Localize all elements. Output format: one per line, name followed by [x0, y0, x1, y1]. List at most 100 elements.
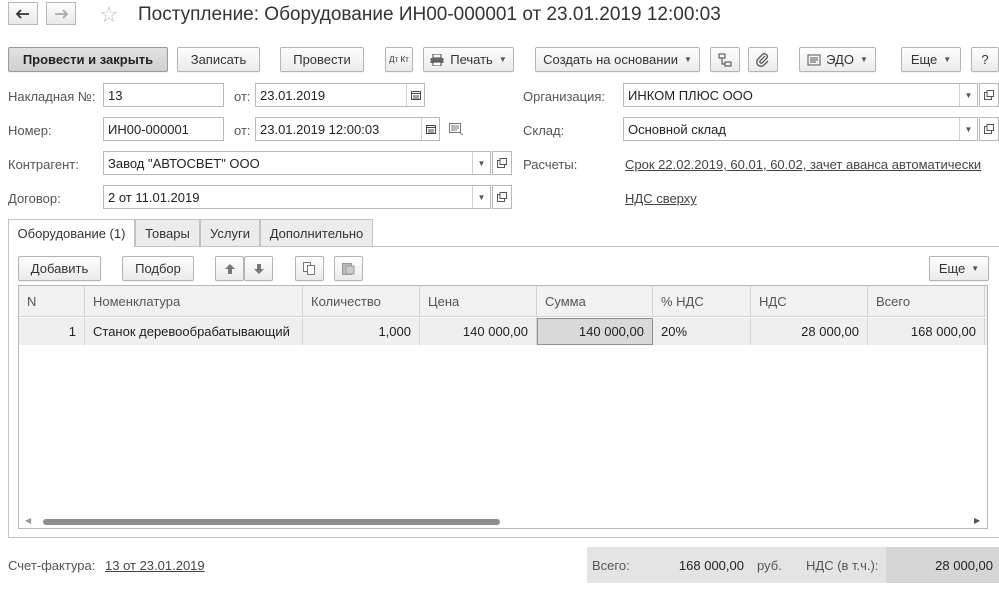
invoice-footer-link[interactable]: 13 от 23.01.2019	[105, 558, 205, 573]
calendar-icon[interactable]	[406, 84, 424, 106]
back-button[interactable]	[8, 2, 38, 25]
table-header: N Номенклатура Количество Цена Сумма % Н…	[19, 286, 987, 317]
paste-button[interactable]	[334, 256, 363, 281]
calendar-icon[interactable]	[421, 118, 439, 140]
chevron-down-icon[interactable]: ▼	[959, 118, 977, 140]
number-field[interactable]: ИН00-000001	[103, 117, 224, 141]
arrow-left-icon	[16, 8, 30, 19]
column-header-total[interactable]: Всего	[868, 286, 985, 317]
move-down-button[interactable]	[244, 256, 273, 281]
scrollbar-thumb[interactable]	[43, 519, 500, 525]
help-button[interactable]: ?	[971, 47, 999, 72]
open-icon	[497, 158, 507, 168]
pick-button[interactable]: Подбор	[122, 256, 194, 281]
invoice-number-label: Накладная №:	[8, 89, 96, 104]
warehouse-field[interactable]: Основной склад ▼	[623, 117, 978, 141]
post-and-close-button[interactable]: Провести и закрыть	[8, 47, 168, 72]
warehouse-label: Склад:	[523, 123, 565, 138]
number-date-label: от:	[234, 123, 251, 138]
column-header-quantity[interactable]: Количество	[303, 286, 420, 317]
cell-n[interactable]: 1	[19, 318, 85, 345]
cell-quantity[interactable]: 1,000	[303, 318, 420, 345]
chevron-down-icon[interactable]: ▼	[959, 84, 977, 106]
tab-services[interactable]: Услуги	[200, 219, 260, 246]
forward-button[interactable]	[46, 2, 76, 25]
add-row-button[interactable]: Добавить	[18, 256, 101, 281]
arrow-right-icon	[54, 8, 68, 19]
open-contract-button[interactable]	[492, 185, 512, 209]
cell-nomenclature[interactable]: Станок деревообрабатывающий	[85, 318, 303, 345]
more-label: Еще	[910, 52, 938, 67]
settlements-link[interactable]: Срок 22.02.2019, 60.01, 60.02, зачет ава…	[625, 157, 981, 172]
edo-button[interactable]: ЭДО ▼	[799, 47, 876, 72]
column-header-n[interactable]: N	[19, 286, 85, 317]
table-row[interactable]: 1 Станок деревообрабатывающий 1,000 140 …	[19, 318, 987, 345]
scroll-left-icon[interactable]: ◀	[25, 516, 31, 525]
number-label: Номер:	[8, 123, 52, 138]
open-organization-button[interactable]	[979, 83, 999, 107]
star-icon[interactable]: ☆	[99, 2, 119, 28]
chevron-down-icon: ▼	[971, 264, 980, 273]
open-warehouse-button[interactable]	[979, 117, 999, 141]
vat-total-value: 28 000,00	[935, 558, 993, 573]
tab-equipment[interactable]: Оборудование (1)	[8, 219, 135, 247]
column-header-sum[interactable]: Сумма	[537, 286, 653, 317]
create-based-on-label: Создать на основании	[543, 52, 678, 67]
table-more-label: Еще	[938, 261, 966, 276]
chevron-down-icon[interactable]: ▼	[472, 152, 490, 174]
counterparty-value: Завод "АВТОСВЕТ" ООО	[108, 155, 260, 171]
invoice-date-label: от:	[234, 89, 251, 104]
open-icon	[984, 90, 994, 100]
save-button[interactable]: Записать	[177, 47, 260, 72]
invoice-number-field[interactable]: 13	[103, 83, 224, 107]
invoice-date-field[interactable]: 23.01.2019	[255, 83, 425, 107]
cell-vat-rate[interactable]: 20%	[653, 318, 751, 345]
edo-icon	[807, 54, 821, 66]
number-datetime-field[interactable]: 23.01.2019 12:00:03	[255, 117, 440, 141]
organization-field[interactable]: ИНКОМ ПЛЮС ООО ▼	[623, 83, 978, 107]
total-label: Всего:	[592, 558, 630, 573]
dt-kt-button[interactable]: Дт Кт	[385, 47, 413, 72]
cell-sum[interactable]: 140 000,00	[537, 318, 653, 345]
vat-link[interactable]: НДС сверху	[625, 191, 697, 206]
number-datetime-value: 23.01.2019 12:00:03	[260, 121, 380, 137]
column-header-vat[interactable]: НДС	[751, 286, 868, 317]
move-up-button[interactable]	[215, 256, 244, 281]
print-label: Печать	[450, 52, 493, 67]
copy-icon	[303, 262, 316, 275]
cell-total[interactable]: 168 000,00	[868, 318, 985, 345]
print-button[interactable]: Печать ▼	[423, 47, 514, 72]
counterparty-field[interactable]: Завод "АВТОСВЕТ" ООО ▼	[103, 151, 491, 175]
printer-icon	[430, 53, 444, 66]
cell-price[interactable]: 140 000,00	[420, 318, 537, 345]
total-value: 168 000,00	[678, 558, 744, 573]
attach-button[interactable]	[748, 47, 778, 72]
scroll-right-icon[interactable]: ▶	[974, 516, 980, 525]
column-header-nomenclature[interactable]: Номенклатура	[85, 286, 303, 317]
structure-button[interactable]	[710, 47, 740, 72]
copy-button[interactable]	[295, 256, 324, 281]
arrow-up-icon	[224, 263, 236, 275]
vat-total-label: НДС (в т.ч.):	[806, 558, 879, 573]
dt-kt-icon: Дт Кт	[389, 54, 409, 64]
post-button[interactable]: Провести	[280, 47, 364, 72]
tab-additional[interactable]: Дополнительно	[260, 219, 373, 246]
horizontal-scrollbar[interactable]: ◀ ▶	[19, 515, 987, 529]
contract-field[interactable]: 2 от 11.01.2019 ▼	[103, 185, 491, 209]
chevron-down-icon: ▼	[683, 55, 692, 64]
cell-vat[interactable]: 28 000,00	[751, 318, 868, 345]
chevron-down-icon: ▼	[498, 55, 507, 64]
table-more-button[interactable]: Еще ▼	[929, 256, 989, 281]
chevron-down-icon[interactable]: ▼	[472, 186, 490, 208]
more-button[interactable]: Еще ▼	[901, 47, 961, 72]
column-header-vat-rate[interactable]: % НДС	[653, 286, 751, 317]
column-header-price[interactable]: Цена	[420, 286, 537, 317]
organization-value: ИНКОМ ПЛЮС ООО	[628, 87, 753, 103]
create-based-on-button[interactable]: Создать на основании ▼	[535, 47, 700, 72]
tab-goods[interactable]: Товары	[135, 219, 200, 246]
open-counterparty-button[interactable]	[492, 151, 512, 175]
organization-label: Организация:	[523, 89, 606, 104]
warehouse-value: Основной склад	[628, 121, 726, 137]
number-value: ИН00-000001	[108, 121, 189, 137]
history-icon[interactable]	[449, 123, 465, 136]
